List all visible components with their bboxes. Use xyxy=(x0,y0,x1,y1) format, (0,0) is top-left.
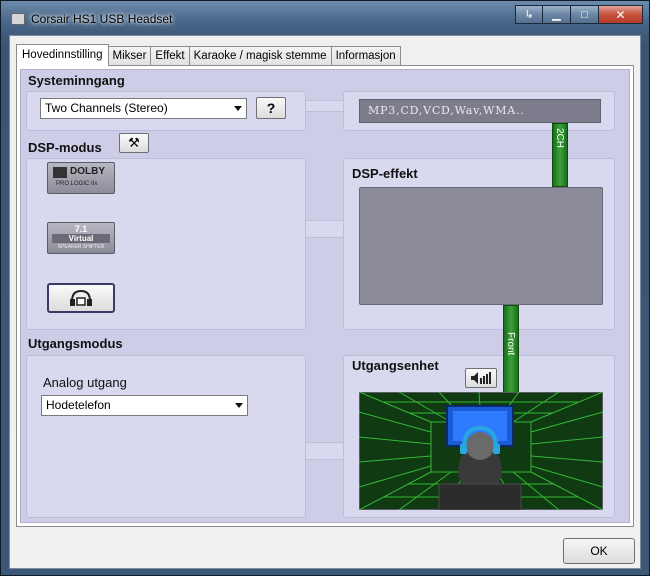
dolby-logo-icon xyxy=(53,167,67,178)
restore-layout-icon[interactable]: ↳ xyxy=(515,5,543,24)
tab-content: Systeminngang Two Channels (Stereo) ? MP… xyxy=(16,65,634,527)
chevron-down-icon xyxy=(234,106,242,111)
analog-output-value: Hodetelefon xyxy=(46,398,111,412)
close-button[interactable]: ✕ xyxy=(599,5,643,24)
main-panel: Systeminngang Two Channels (Stereo) ? MP… xyxy=(20,69,630,523)
analog-output-select[interactable]: Hodetelefon xyxy=(41,395,248,416)
chevron-down-icon xyxy=(235,403,243,408)
signal-path-2ch: 2CH xyxy=(552,123,568,187)
tab-effekt[interactable]: Effekt xyxy=(150,46,190,66)
format-display: MP3,CD,VCD,Wav,WMA.. xyxy=(359,99,601,123)
title-bar[interactable]: Corsair HS1 USB Headset ↳ ▁ □ ✕ xyxy=(1,1,649,35)
caption-buttons: ↳ ▁ □ ✕ xyxy=(515,5,643,24)
tab-strip: Hovedinnstilling Mikser Effekt Karaoke /… xyxy=(16,44,401,66)
help-button[interactable]: ? xyxy=(256,97,286,119)
channel-select-value: Two Channels (Stereo) xyxy=(45,101,168,115)
maximize-button[interactable]: □ xyxy=(571,5,599,24)
dsp-effect-label: DSP-effekt xyxy=(352,166,418,181)
dolby-subtitle: PRO LOGIC IIx xyxy=(56,181,98,187)
speaker-level-button[interactable] xyxy=(465,368,497,388)
headphone-mode-button[interactable] xyxy=(47,283,115,313)
connector xyxy=(305,220,345,238)
hammer-tool-button[interactable]: ⚒ xyxy=(119,133,149,153)
app-window: Corsair HS1 USB Headset ↳ ▁ □ ✕ Hovedinn… xyxy=(0,0,650,576)
tab-karaoke[interactable]: Karaoke / magisk stemme xyxy=(188,46,332,66)
headphone-icon xyxy=(70,289,92,306)
dsp-mode-label: DSP-modus xyxy=(28,140,102,155)
system-input-label: Systeminngang xyxy=(28,73,125,88)
virtual-word: Virtual xyxy=(52,234,110,243)
dolby-brand: DOLBY xyxy=(70,166,105,177)
front-tag: Front xyxy=(505,332,516,356)
tab-hovedinnstilling[interactable]: Hovedinnstilling xyxy=(16,44,109,66)
listening-room-visual xyxy=(359,392,603,510)
dsp-effect-display xyxy=(359,187,603,305)
connector xyxy=(305,442,345,460)
ok-button[interactable]: OK xyxy=(563,538,635,564)
output-device-label: Utgangsenhet xyxy=(352,358,439,373)
channel-select[interactable]: Two Channels (Stereo) xyxy=(40,98,247,119)
app-icon xyxy=(11,13,25,25)
virtual-speaker-button[interactable]: 7.1 Virtual SPEAKER SHIFTER xyxy=(47,222,115,254)
output-mode-label: Utgangsmodus xyxy=(28,336,123,351)
tab-informasjon[interactable]: Informasjon xyxy=(330,46,401,66)
minimize-button[interactable]: ▁ xyxy=(543,5,571,24)
virtual-subtitle: SPEAKER SHIFTER xyxy=(57,244,105,250)
analog-output-label: Analog utgang xyxy=(43,375,127,390)
signal-path-front: Front xyxy=(503,305,519,393)
dolby-pro-logic-button[interactable]: DOLBY PRO LOGIC IIx xyxy=(47,162,115,194)
client-area: Hovedinnstilling Mikser Effekt Karaoke /… xyxy=(9,35,641,569)
speaker-volume-icon xyxy=(471,372,491,384)
connector xyxy=(305,100,345,112)
hammer-icon: ⚒ xyxy=(128,135,140,150)
virtual-number: 7.1 xyxy=(74,224,88,234)
channel-tag: 2CH xyxy=(554,128,565,149)
tab-mikser[interactable]: Mikser xyxy=(107,46,152,66)
window-title: Corsair HS1 USB Headset xyxy=(31,12,173,26)
